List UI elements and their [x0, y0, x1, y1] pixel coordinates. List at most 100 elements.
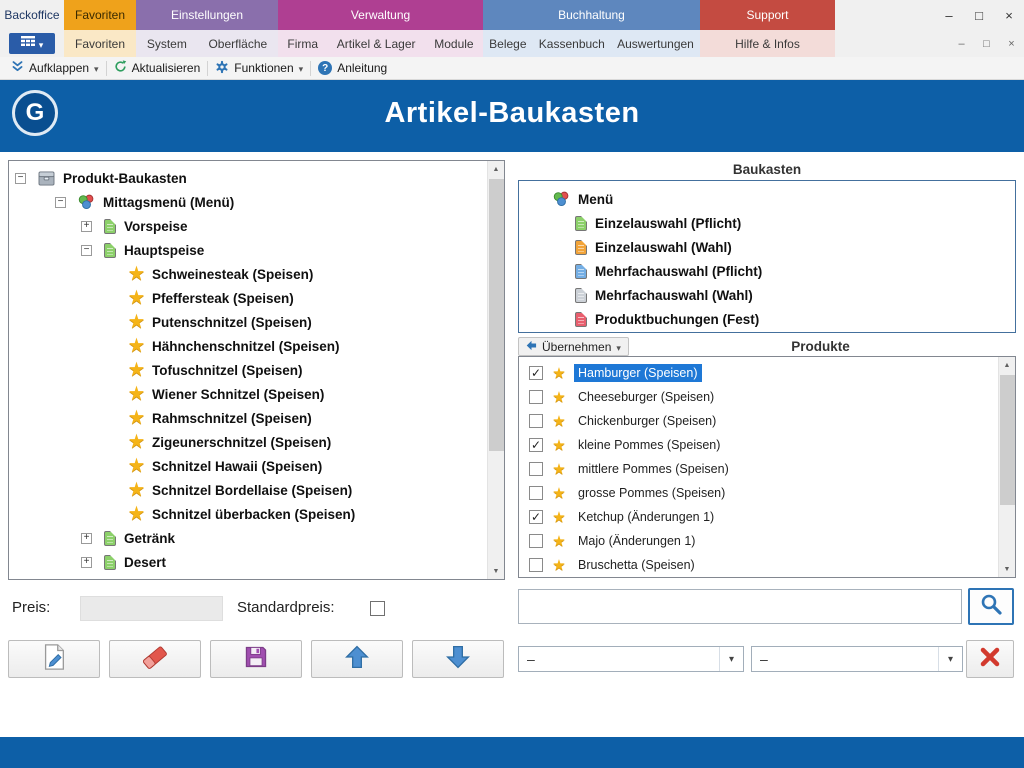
product-row[interactable]: Bruschetta (Speisen)	[519, 553, 998, 577]
product-row[interactable]: Cheeseburger (Speisen)	[519, 385, 998, 409]
product-row[interactable]: Ketchup (Änderungen 1)	[519, 505, 998, 529]
tree-item[interactable]: Putenschnitzel (Speisen)	[9, 310, 487, 334]
tree-item-label: Produkt-Baukasten	[63, 171, 187, 186]
search-input[interactable]	[518, 589, 962, 624]
tab-einstellungen[interactable]: Einstellungen	[136, 0, 278, 30]
scroll-up-button[interactable]	[999, 357, 1015, 374]
collapse-expander-icon[interactable]	[81, 245, 92, 256]
tree-item[interactable]: Hähnchenschnitzel (Speisen)	[9, 334, 487, 358]
product-checkbox[interactable]	[529, 534, 543, 548]
toolbar: Aufklappen Aktualisieren Funktionen Anle…	[0, 57, 1024, 80]
baukasten-item[interactable]: Einzelauswahl (Wahl)	[519, 235, 1015, 259]
tree-item[interactable]: Vorspeise	[9, 214, 487, 238]
erase-button[interactable]	[109, 640, 201, 678]
apply-button[interactable]: Übernehmen	[518, 337, 629, 356]
price-input[interactable]	[80, 596, 223, 621]
toolbar-item-anleitung[interactable]: Anleitung	[311, 58, 394, 78]
products-scrollbar[interactable]	[998, 357, 1015, 577]
minimize-button-small[interactable]: –	[949, 30, 974, 57]
move-down-button[interactable]	[412, 640, 504, 678]
tree-item[interactable]: Schweinesteak (Speisen)	[9, 262, 487, 286]
product-checkbox[interactable]	[529, 366, 543, 380]
baukasten-item[interactable]: Einzelauswahl (Pflicht)	[519, 211, 1015, 235]
product-row[interactable]: grosse Pommes (Speisen)	[519, 481, 998, 505]
close-button[interactable]: ×	[994, 0, 1024, 30]
tab-favoriten[interactable]: Favoriten	[64, 0, 136, 30]
scrollbar-thumb[interactable]	[1000, 375, 1015, 505]
product-checkbox[interactable]	[529, 558, 543, 572]
new-document-button[interactable]	[8, 640, 100, 678]
tree-scrollbar[interactable]	[487, 161, 504, 579]
dropdown-value: –	[519, 651, 719, 667]
minimize-button[interactable]: –	[934, 0, 964, 30]
product-checkbox[interactable]	[529, 486, 543, 500]
option-dropdown-1[interactable]: –	[518, 646, 744, 672]
restore-button[interactable]: □	[964, 0, 994, 30]
menu-item-firma[interactable]: Firma	[285, 35, 320, 53]
search-button[interactable]	[968, 588, 1014, 625]
restore-button-small[interactable]: □	[974, 30, 999, 57]
scroll-up-button[interactable]	[488, 161, 504, 178]
tree-item[interactable]: Wiener Schnitzel (Speisen)	[9, 382, 487, 406]
tab-verwaltung[interactable]: Verwaltung	[278, 0, 483, 30]
tree-item[interactable]: Schnitzel überbacken (Speisen)	[9, 502, 487, 526]
scrollbar-thumb[interactable]	[489, 179, 504, 451]
menu-item-kassenbuch[interactable]: Kassenbuch	[537, 35, 607, 53]
move-up-button[interactable]	[311, 640, 403, 678]
product-row[interactable]: Chickenburger (Speisen)	[519, 409, 998, 433]
expand-expander-icon[interactable]	[81, 557, 92, 568]
product-checkbox[interactable]	[529, 390, 543, 404]
close-button-small[interactable]: ×	[999, 30, 1024, 57]
collapse-expander-icon[interactable]	[15, 173, 26, 184]
tree-item[interactable]: Produkt-Baukasten	[9, 166, 487, 190]
baukasten-item[interactable]: Produktbuchungen (Fest)	[519, 307, 1015, 331]
toolbar-item-aktualisieren[interactable]: Aktualisieren	[107, 58, 208, 78]
baukasten-item[interactable]: Menü	[519, 187, 1015, 211]
standard-price-checkbox[interactable]	[370, 601, 385, 616]
delete-button[interactable]	[966, 640, 1014, 678]
menu-item-belege[interactable]: Belege	[487, 35, 528, 53]
baukasten-title: Baukasten	[518, 162, 1016, 177]
tree-item[interactable]: Hauptspeise	[9, 238, 487, 262]
page-title: Artikel-Baukasten	[0, 97, 1024, 130]
tab-support[interactable]: Support	[700, 0, 835, 30]
menu-item-hilfe-infos[interactable]: Hilfe & Infos	[733, 35, 802, 53]
baukasten-item-label: Einzelauswahl (Wahl)	[595, 240, 732, 255]
baukasten-item[interactable]: Mehrfachauswahl (Wahl)	[519, 283, 1015, 307]
save-button[interactable]	[210, 640, 302, 678]
option-dropdown-2[interactable]: –	[751, 646, 963, 672]
menu-item-artikel-lager[interactable]: Artikel & Lager	[335, 35, 418, 53]
tree-item[interactable]: Mittagsmenü (Menü)	[9, 190, 487, 214]
product-row[interactable]: Majo (Änderungen 1)	[519, 529, 998, 553]
doc-icon-blue	[575, 264, 587, 279]
tree-item[interactable]: Tofuschnitzel (Speisen)	[9, 358, 487, 382]
app-menu-button[interactable]	[9, 33, 55, 54]
tree-item[interactable]: Schnitzel Bordellaise (Speisen)	[9, 478, 487, 502]
product-checkbox[interactable]	[529, 438, 543, 452]
product-row[interactable]: Hamburger (Speisen)	[519, 361, 998, 385]
menu-item-module[interactable]: Module	[432, 35, 475, 53]
menu-item-oberflaeche[interactable]: Oberfläche	[206, 35, 269, 53]
toolbar-item-funktionen[interactable]: Funktionen	[208, 58, 310, 78]
tab-buchhaltung[interactable]: Buchhaltung	[483, 0, 700, 30]
product-row[interactable]: mittlere Pommes (Speisen)	[519, 457, 998, 481]
tree-item[interactable]: Getränk	[9, 526, 487, 550]
expand-expander-icon[interactable]	[81, 533, 92, 544]
tree-item[interactable]: Pfeffersteak (Speisen)	[9, 286, 487, 310]
collapse-expander-icon[interactable]	[55, 197, 66, 208]
tree-item[interactable]: Zigeunerschnitzel (Speisen)	[9, 430, 487, 454]
toolbar-item-aufklappen[interactable]: Aufklappen	[4, 58, 106, 78]
tree-item[interactable]: Schnitzel Hawaii (Speisen)	[9, 454, 487, 478]
baukasten-item[interactable]: Mehrfachauswahl (Pflicht)	[519, 259, 1015, 283]
product-checkbox[interactable]	[529, 462, 543, 476]
expand-expander-icon[interactable]	[81, 221, 92, 232]
new-document-icon	[40, 643, 68, 676]
menu-item-auswertungen[interactable]: Auswertungen	[615, 35, 696, 53]
product-checkbox[interactable]	[529, 414, 543, 428]
menu-item-favoriten[interactable]: Favoriten	[73, 35, 127, 53]
product-checkbox[interactable]	[529, 510, 543, 524]
tree-item[interactable]: Desert	[9, 550, 487, 574]
tree-item[interactable]: Rahmschnitzel (Speisen)	[9, 406, 487, 430]
menu-item-system[interactable]: System	[145, 35, 189, 53]
product-row[interactable]: kleine Pommes (Speisen)	[519, 433, 998, 457]
